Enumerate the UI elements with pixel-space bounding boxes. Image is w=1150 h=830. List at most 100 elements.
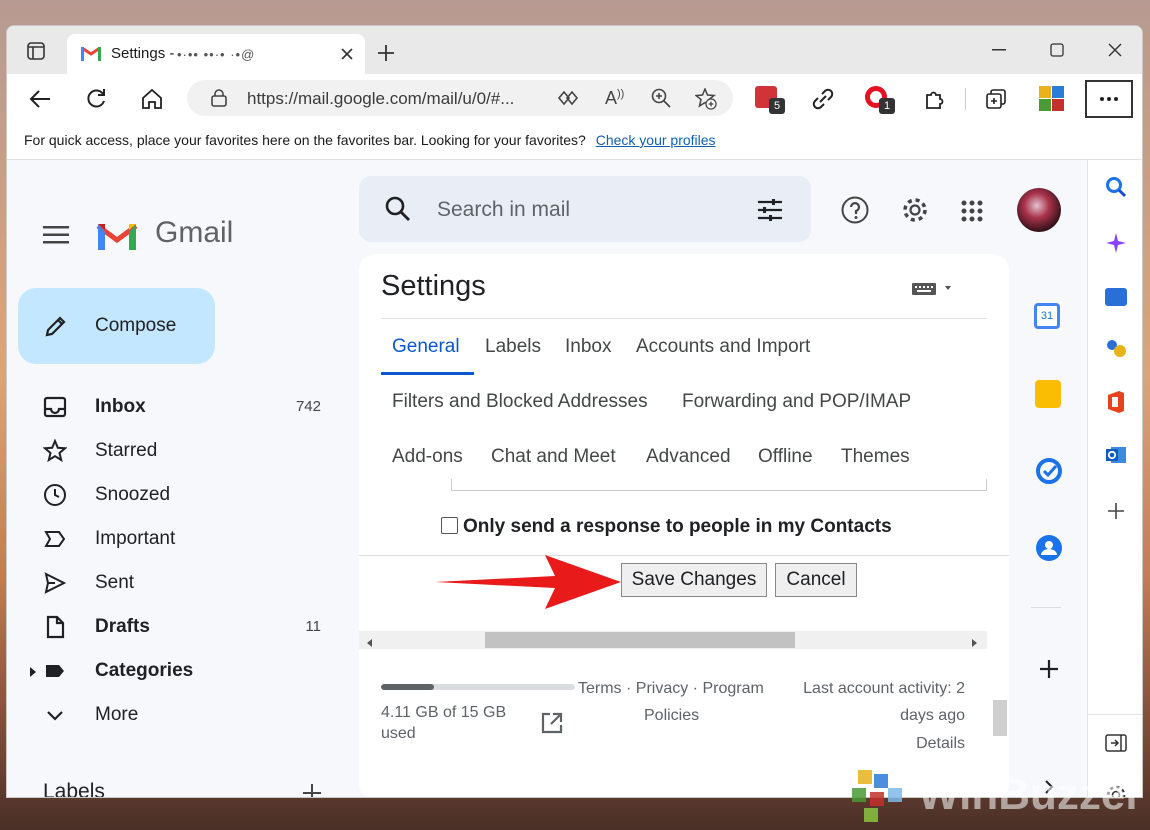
scrollbar-thumb[interactable] [485, 632, 795, 648]
tab-actions-icon[interactable] [25, 40, 47, 62]
settings-gear-icon[interactable] [901, 196, 929, 229]
search-bar[interactable]: Search in mail [359, 176, 811, 242]
get-addons-icon[interactable] [1037, 657, 1061, 681]
sidebar-item-drafts[interactable]: Drafts 11 [7, 605, 357, 649]
program-policies-link[interactable]: Policies [644, 707, 699, 725]
horizontal-scrollbar[interactable] [359, 631, 987, 649]
back-icon[interactable] [27, 86, 53, 112]
tab-inbox[interactable]: Inbox [565, 336, 611, 358]
storage-bar [381, 684, 575, 690]
pencil-icon [44, 314, 68, 343]
address-bar[interactable]: https://mail.google.com/mail/u/0/#... A)… [187, 80, 733, 116]
unread-count: 742 [295, 398, 321, 415]
scroll-right-icon[interactable] [971, 635, 979, 653]
cancel-button[interactable]: Cancel [775, 563, 857, 597]
expand-caret-icon[interactable] [29, 665, 37, 683]
sidebar-item-snoozed[interactable]: Snoozed [7, 473, 357, 517]
terms-privacy-links[interactable]: Terms · Privacy · Program [578, 680, 764, 698]
reader-view-icon[interactable] [557, 89, 579, 112]
minimize-icon[interactable] [987, 38, 1011, 62]
input-tools-icon[interactable] [911, 280, 959, 301]
lock-icon[interactable] [211, 89, 227, 112]
search-input[interactable]: Search in mail [437, 198, 570, 222]
check-profiles-link[interactable]: Check your profiles [596, 132, 716, 148]
tab-forwarding-and-pop-imap[interactable]: Forwarding and POP/IMAP [682, 391, 911, 413]
settings-content: Only send a response to people in my Con… [359, 479, 1009, 654]
activity-details-link[interactable]: Details [916, 735, 965, 753]
more-menu-icon[interactable] [1085, 80, 1133, 118]
edge-sidebar [1087, 160, 1142, 797]
sidebar-item-categories[interactable]: Categories [7, 649, 357, 693]
clock-icon [43, 483, 67, 507]
apps-grid-icon[interactable] [961, 200, 983, 227]
hide-sidebar-icon[interactable] [1105, 734, 1127, 757]
tab-general[interactable]: General [392, 336, 460, 358]
home-icon[interactable] [139, 86, 165, 112]
tools-icon[interactable] [1105, 288, 1127, 306]
tab-advanced[interactable]: Advanced [646, 446, 731, 468]
tab-accounts-and-import[interactable]: Accounts and Import [636, 336, 810, 358]
contacts-icon[interactable] [1035, 534, 1063, 567]
create-label-icon[interactable] [299, 780, 325, 797]
url-text: https://mail.google.com/mail/u/0/#... [247, 89, 515, 108]
extensions-icon[interactable] [921, 86, 947, 112]
tab-filters-and-blocked-addresses[interactable]: Filters and Blocked Addresses [392, 391, 648, 413]
sidebar-item-starred[interactable]: Starred [7, 429, 357, 473]
tab-add-ons[interactable]: Add-ons [392, 446, 463, 468]
sidebar-item-sent[interactable]: Sent [7, 561, 357, 605]
copilot-sparkle-icon[interactable] [1105, 232, 1127, 259]
favorites-bar-message: For quick access, place your favorites h… [24, 132, 586, 148]
search-icon[interactable] [385, 196, 411, 227]
save-changes-button[interactable]: Save Changes [621, 563, 767, 597]
tab-chat-and-meet[interactable]: Chat and Meet [491, 446, 616, 468]
label-icon [43, 659, 67, 683]
new-tab-icon[interactable] [375, 42, 397, 64]
main-menu-icon[interactable] [41, 220, 71, 250]
search-options-icon[interactable] [757, 198, 783, 227]
manage-storage-icon[interactable] [541, 712, 563, 739]
sidebar-item-important[interactable]: Important [7, 517, 357, 561]
maximize-icon[interactable] [1045, 38, 1069, 62]
edge-search-icon[interactable] [1105, 176, 1127, 203]
tab-strip: Settings - •·•• ••·• ·•@ [7, 26, 1142, 74]
title-divider [381, 318, 987, 319]
sidebar-item-label: Snoozed [95, 484, 171, 505]
vertical-scrollbar-thumb[interactable] [993, 700, 1007, 736]
games-icon[interactable] [1104, 338, 1128, 365]
outlook-icon[interactable] [1105, 444, 1127, 471]
zoom-icon[interactable] [651, 88, 671, 113]
close-tab-icon[interactable] [337, 44, 357, 64]
browser-tab-active[interactable]: Settings - •·•• ••·• ·•@ [67, 34, 365, 74]
office-icon[interactable] [1106, 390, 1126, 419]
tasks-icon[interactable] [1035, 457, 1063, 490]
help-icon[interactable] [841, 196, 869, 229]
link-icon[interactable] [810, 86, 836, 112]
keep-icon[interactable] [1035, 380, 1061, 408]
gmail-logo-icon[interactable] [95, 218, 139, 257]
refresh-icon[interactable] [83, 86, 109, 112]
profile-avatar-icon[interactable] [1037, 84, 1067, 114]
read-aloud-icon[interactable]: A)) [605, 88, 624, 109]
compose-button[interactable]: Compose [18, 288, 215, 364]
close-window-icon[interactable] [1103, 38, 1127, 62]
important-icon [43, 527, 67, 551]
star-icon [42, 438, 68, 463]
tab-offline[interactable]: Offline [758, 446, 813, 468]
sidebar-item-inbox[interactable]: Inbox 742 [7, 385, 357, 429]
calendar-icon[interactable]: 31 [1034, 303, 1060, 329]
office-extension-icon[interactable]: 1 [865, 84, 897, 114]
sidebar-item-label: Inbox [95, 396, 146, 417]
contacts-only-checkbox[interactable] [441, 517, 458, 534]
sidebar-item-label: Sent [95, 572, 135, 593]
scroll-left-icon[interactable] [365, 635, 373, 653]
tab-themes[interactable]: Themes [841, 446, 910, 468]
favorites-bar: For quick access, place your favorites h… [7, 124, 1142, 160]
tab-labels[interactable]: Labels [485, 336, 541, 358]
collections-icon[interactable] [983, 86, 1009, 112]
sidebar-item-more[interactable]: More [7, 693, 357, 737]
account-avatar[interactable] [1017, 188, 1061, 232]
todo-extension-icon[interactable]: 5 [755, 84, 785, 114]
favorite-add-icon[interactable] [694, 87, 717, 115]
add-sidebar-app-icon[interactable] [1107, 502, 1125, 525]
side-panel-divider [1031, 607, 1061, 608]
